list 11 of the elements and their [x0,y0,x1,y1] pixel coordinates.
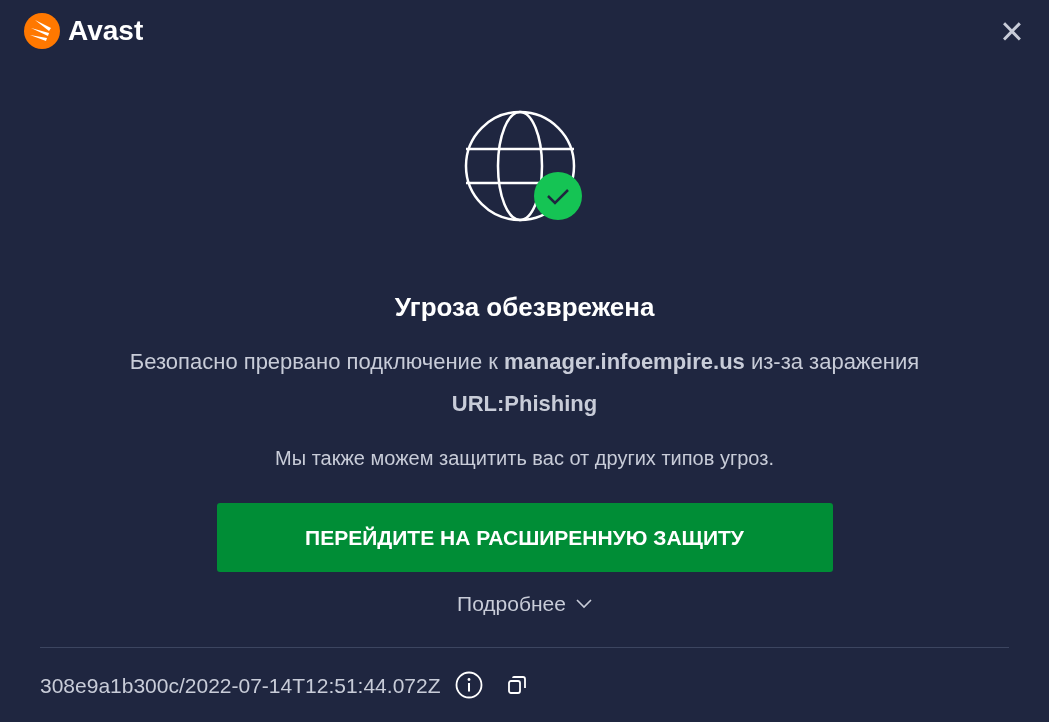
upsell-note: Мы также можем защитить вас от других типов угроз. [275,446,774,471]
info-icon[interactable] [454,671,483,700]
logo-icon [23,12,61,50]
close-button[interactable]: × [997,16,1027,46]
status-title: Угроза обезврежена [394,291,655,324]
brand-name: Avast [68,17,144,45]
upgrade-button[interactable]: ПЕРЕЙДИТЕ НА РАСШИРЕННУЮ ЗАЩИТУ [216,503,833,572]
details-toggle[interactable]: Подробнее [457,588,592,620]
status-description: Безопасно прервано подключение к manager.infoempire.us из-за заражения URL:Phishing [128,348,921,418]
event-id: 308e9a1b300c/2022-07-14T12:51:44.072Z [40,672,441,699]
copy-icon[interactable] [506,675,527,696]
